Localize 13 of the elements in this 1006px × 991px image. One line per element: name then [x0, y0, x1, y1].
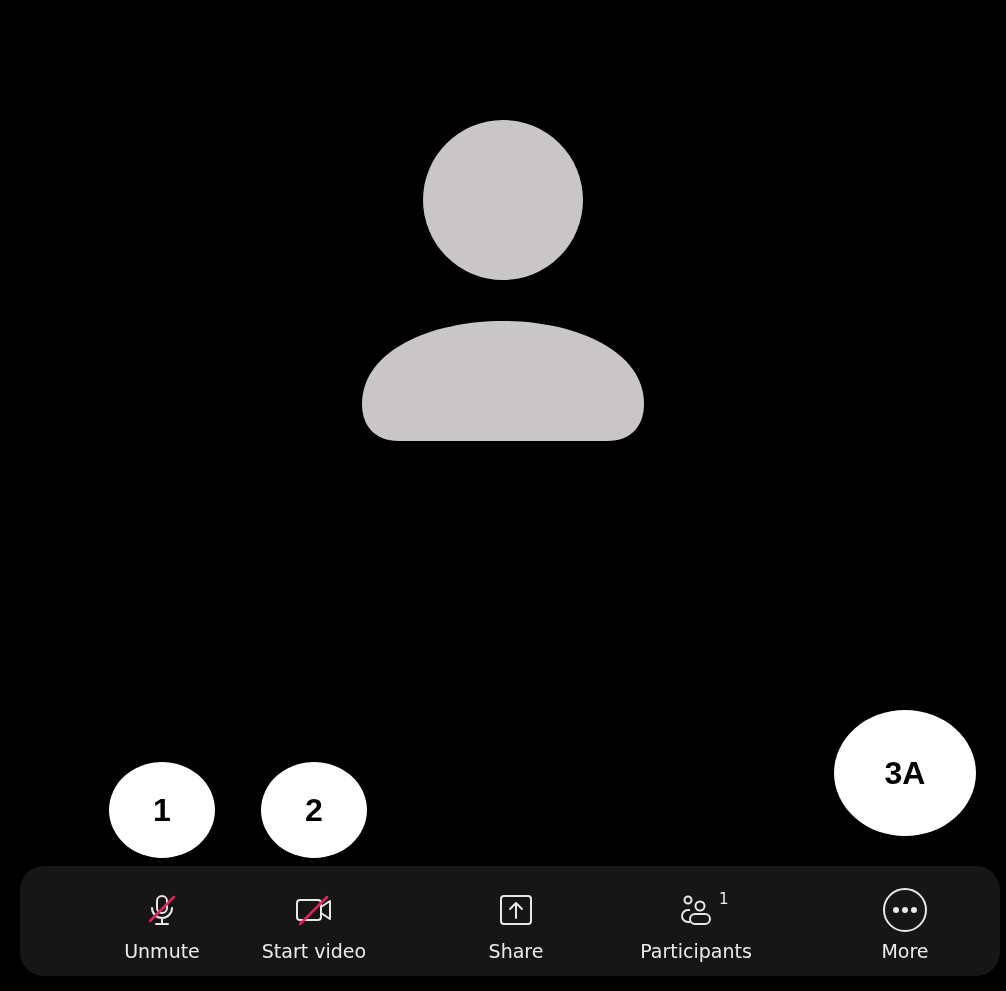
share-button[interactable]: Share	[441, 866, 591, 976]
callout-marker: 2	[261, 762, 367, 858]
share-screen-icon	[499, 894, 533, 926]
mic-button[interactable]: Unmute	[87, 866, 237, 976]
callout-marker: 3A	[834, 710, 976, 836]
avatar-icon	[362, 120, 644, 442]
participant-count: 1	[719, 890, 729, 908]
video-button[interactable]: Start video	[239, 866, 389, 976]
more-button[interactable]: More	[830, 866, 980, 976]
callout-marker: 1	[109, 762, 215, 858]
more-icon	[882, 887, 928, 933]
participants-button[interactable]: 1 Participants	[621, 866, 771, 976]
people-icon	[679, 894, 713, 926]
